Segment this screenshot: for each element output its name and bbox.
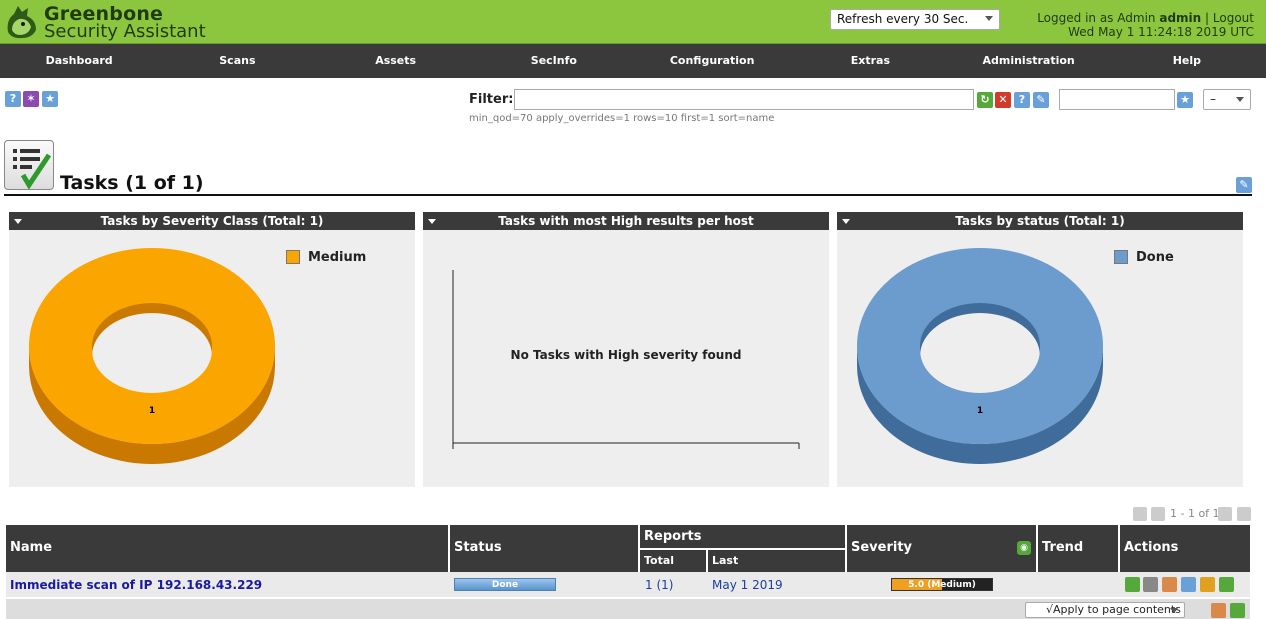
greenbone-logo-icon: [7, 6, 36, 39]
nav-configuration[interactable]: Configuration: [633, 44, 791, 78]
previous-page-icon[interactable]: [1151, 507, 1165, 521]
chevron-down-icon: [1236, 97, 1244, 102]
start-play-icon[interactable]: [1125, 577, 1140, 592]
export-download-icon[interactable]: [1219, 577, 1234, 592]
column-header-reports: Reports: [640, 525, 845, 548]
nav-secinfo[interactable]: SecInfo: [475, 44, 633, 78]
task-name-link[interactable]: Immediate scan of IP 192.168.43.229: [10, 578, 262, 592]
column-header-trend: Trend: [1038, 525, 1118, 572]
filter-name-input[interactable]: [1059, 89, 1175, 110]
help-icon[interactable]: ?: [5, 91, 21, 107]
high-results-panel: Tasks with most High results per host No…: [423, 212, 829, 487]
refresh-interval-select[interactable]: Refresh every 30 Sec.: [830, 9, 1000, 30]
panel-title: Tasks by status (Total: 1): [955, 214, 1125, 228]
panel-header[interactable]: Tasks with most High results per host: [423, 212, 829, 230]
collapse-triangle-icon[interactable]: [428, 219, 436, 224]
logout-link[interactable]: Logout: [1213, 11, 1254, 25]
severity-bar: 5.0 (Medium): [891, 578, 993, 591]
new-task-star-icon[interactable]: ★: [42, 91, 58, 107]
next-page-icon[interactable]: [1218, 507, 1232, 521]
logged-in-prefix: Logged in as: [1037, 11, 1114, 25]
column-header-actions: Actions: [1120, 525, 1250, 572]
last-report-link[interactable]: May 1 2019: [712, 578, 783, 592]
nav-administration[interactable]: Administration: [950, 44, 1108, 78]
legend-swatch-medium: [286, 250, 300, 264]
reset-filter-icon[interactable]: ✕: [995, 92, 1011, 108]
slice-label: 1: [977, 406, 983, 416]
last-page-icon[interactable]: [1237, 507, 1251, 521]
legend-swatch-done: [1114, 250, 1128, 264]
wizard-icon[interactable]: ✶: [23, 91, 39, 107]
user-role: Admin: [1117, 11, 1156, 25]
status-bar[interactable]: Done: [454, 578, 556, 591]
title-divider: [4, 194, 1252, 196]
reports-total-link[interactable]: 1 (1): [645, 578, 673, 592]
trashcan-icon[interactable]: [1162, 577, 1177, 592]
severity-value: 5.0 (Medium): [908, 580, 976, 590]
apply-to-select[interactable]: √Apply to page contents: [1025, 602, 1185, 618]
refresh-interval-value: Refresh every 30 Sec.: [837, 12, 969, 26]
clone-sheep-icon[interactable]: [1200, 577, 1215, 592]
collapse-triangle-icon[interactable]: [842, 219, 850, 224]
refresh-filter-icon[interactable]: ↻: [977, 92, 993, 108]
edit-filter-wrench-icon[interactable]: ✎: [1033, 92, 1049, 108]
chevron-down-icon: [985, 16, 993, 21]
saved-filter-select[interactable]: –: [1203, 89, 1251, 110]
nav-scans[interactable]: Scans: [158, 44, 316, 78]
status-panel: Tasks by status (Total: 1) 1 Done: [837, 212, 1243, 487]
pagination-text: 1 - 1 of 1: [1170, 507, 1220, 520]
column-header-reports-last[interactable]: Last: [708, 550, 845, 572]
bulk-trashcan-icon[interactable]: [1211, 603, 1226, 618]
status-donut-chart: 1: [857, 248, 1103, 464]
page-title: Tasks (1 of 1): [60, 172, 204, 194]
nav-dashboard[interactable]: Dashboard: [0, 44, 158, 78]
legend-label-medium: Medium: [308, 250, 367, 265]
saved-filter-value: –: [1210, 92, 1216, 106]
no-data-message: No Tasks with High severity found: [510, 348, 742, 362]
edit-wrench-icon[interactable]: [1181, 577, 1196, 592]
panel-title: Tasks with most High results per host: [498, 214, 754, 228]
login-info: Logged in as Admin admin | Logout Wed Ma…: [1037, 11, 1254, 39]
column-header-name[interactable]: Name: [6, 525, 448, 572]
nav-extras[interactable]: Extras: [791, 44, 949, 78]
column-header-reports-total[interactable]: Total: [640, 550, 706, 572]
panel-header[interactable]: Tasks by status (Total: 1): [837, 212, 1243, 230]
column-header-status[interactable]: Status: [450, 525, 638, 572]
collapse-triangle-icon[interactable]: [14, 219, 22, 224]
app-header: Greenbone Security Assistant Refresh eve…: [0, 0, 1266, 44]
save-filter-star-icon[interactable]: ★: [1177, 92, 1193, 108]
nav-help[interactable]: Help: [1108, 44, 1266, 78]
current-datetime: Wed May 1 11:24:18 2019 UTC: [1068, 25, 1254, 39]
bulk-export-icon[interactable]: [1230, 603, 1245, 618]
filter-help-icon[interactable]: ?: [1014, 92, 1030, 108]
severity-class-panel: Tasks by Severity Class (Total: 1) 1 Med…: [9, 212, 415, 487]
tasks-checklist-icon: [4, 140, 54, 190]
brand-subtitle: Security Assistant: [44, 21, 206, 42]
column-header-severity[interactable]: Severity ◉: [847, 525, 1036, 572]
main-nav: Dashboard Scans Assets SecInfo Configura…: [0, 44, 1266, 78]
applied-filter-text: min_qod=70 apply_overrides=1 rows=10 fir…: [469, 113, 775, 124]
nav-assets[interactable]: Assets: [317, 44, 475, 78]
filter-label: Filter:: [469, 92, 514, 107]
column-header-severity-label: Severity: [851, 540, 913, 555]
chevron-down-icon: [1170, 608, 1178, 613]
severity-donut-chart: 1: [29, 248, 275, 464]
slice-label: 1: [149, 406, 155, 416]
dashboard-edit-wrench-icon[interactable]: ✎: [1236, 177, 1252, 193]
separator: |: [1205, 11, 1210, 25]
overrides-toggle-icon[interactable]: ◉: [1017, 541, 1031, 555]
first-page-icon[interactable]: [1133, 507, 1147, 521]
panel-header[interactable]: Tasks by Severity Class (Total: 1): [9, 212, 415, 230]
filter-input[interactable]: [514, 89, 974, 110]
legend-label-done: Done: [1136, 250, 1174, 265]
username: admin: [1159, 11, 1202, 25]
panel-title: Tasks by Severity Class (Total: 1): [100, 214, 324, 228]
resume-icon[interactable]: [1143, 577, 1158, 592]
apply-to-value: √Apply to page contents: [1046, 603, 1181, 616]
